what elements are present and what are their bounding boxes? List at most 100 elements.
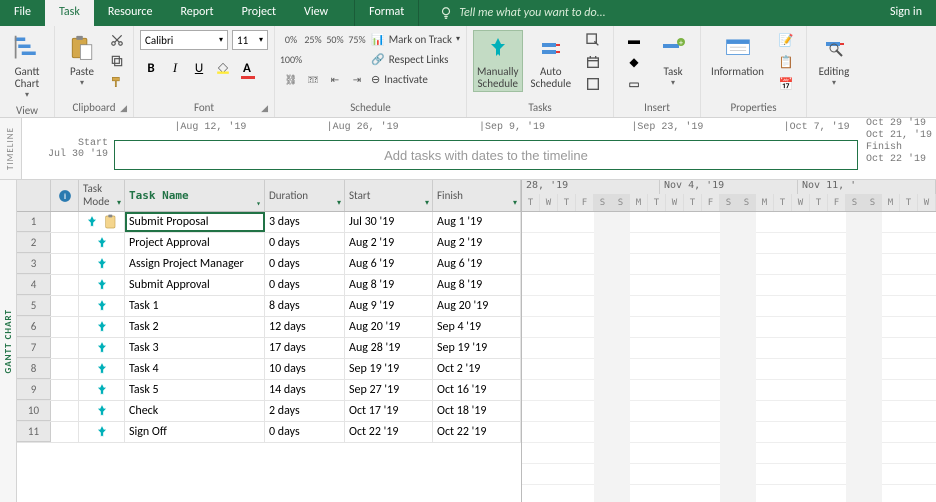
pct100-button[interactable]: 100% [281,50,301,68]
col-start[interactable]: Start▾ [345,180,433,211]
row-name[interactable]: Task 1 [125,296,265,316]
respect-links-button[interactable]: 🔗Respect Links [371,50,460,68]
dialog-launcher-icon[interactable]: ◢ [261,103,268,114]
row-duration[interactable]: 10 days [265,359,345,379]
row-number[interactable]: 5 [17,296,51,316]
row-mode[interactable] [79,275,125,295]
signin-link[interactable]: Sign in [876,0,936,26]
indent-button[interactable]: ⇥ [347,70,367,88]
tab-view[interactable]: View [290,0,342,26]
row-name[interactable]: Submit Proposal [125,212,265,232]
row-number[interactable]: 4 [17,275,51,295]
row-mode[interactable] [79,380,125,400]
manually-schedule-button[interactable]: Manually Schedule [473,30,523,92]
row-mode[interactable] [79,422,125,442]
row-finish[interactable]: Oct 2 '19 [433,359,521,379]
row-number[interactable]: 8 [17,359,51,379]
row-number[interactable]: 3 [17,254,51,274]
col-indicators[interactable]: i [51,180,79,211]
row-finish[interactable]: Sep 4 '19 [433,317,521,337]
font-size-select[interactable]: 11▾ [232,30,268,50]
timeline-button[interactable]: 📅 [772,74,800,94]
table-row[interactable]: 9Task 514 daysSep 27 '19Oct 16 '19 [17,380,521,401]
row-duration[interactable]: 0 days [265,233,345,253]
timeline-placeholder[interactable]: Add tasks with dates to the timeline [114,140,858,170]
row-name[interactable]: Task 4 [125,359,265,379]
row-number[interactable]: 10 [17,401,51,421]
underline-button[interactable]: U [188,58,210,78]
row-start[interactable]: Aug 9 '19 [345,296,433,316]
pct50-button[interactable]: 50% [325,30,345,48]
row-name[interactable]: Project Approval [125,233,265,253]
row-name[interactable]: Sign Off [125,422,265,442]
auto-schedule-button[interactable]: Auto Schedule [527,30,576,92]
pct25-button[interactable]: 25% [303,30,323,48]
row-start[interactable]: Sep 27 '19 [345,380,433,400]
insert-task-button[interactable]: + Task ▾ [652,30,694,90]
table-row[interactable]: 3Assign Project Manager0 daysAug 6 '19Au… [17,254,521,275]
italic-button[interactable]: I [164,58,186,78]
copy-button[interactable] [107,51,127,71]
table-row[interactable]: 11Sign Off0 daysOct 22 '19Oct 22 '19 [17,422,521,443]
paste-button[interactable]: Paste ▾ [61,30,103,90]
mode-button[interactable] [579,74,607,94]
table-row[interactable]: 5Task 18 daysAug 9 '19Aug 20 '19 [17,296,521,317]
row-finish[interactable]: Aug 2 '19 [433,233,521,253]
row-finish[interactable]: Sep 19 '19 [433,338,521,358]
col-finish[interactable]: Finish▾ [433,180,521,211]
tab-report[interactable]: Report [166,0,227,26]
table-row[interactable]: 7Task 317 daysAug 28 '19Sep 19 '19 [17,338,521,359]
row-finish[interactable]: Aug 1 '19 [433,212,521,232]
row-start[interactable]: Aug 2 '19 [345,233,433,253]
row-number[interactable]: 1 [17,212,51,232]
row-finish[interactable]: Aug 8 '19 [433,275,521,295]
row-start[interactable]: Jul 30 '19 [345,212,433,232]
format-painter-button[interactable] [107,72,127,92]
font-color-button[interactable]: A [236,58,258,78]
table-row[interactable]: 4Submit Approval0 daysAug 8 '19Aug 8 '19 [17,275,521,296]
row-mode[interactable] [79,212,125,232]
table-row[interactable]: 1 Submit Proposal3 daysJul 30 '19Aug 1 '1… [17,212,521,233]
row-mode[interactable] [79,317,125,337]
row-start[interactable]: Oct 17 '19 [345,401,433,421]
row-name[interactable]: Task 5 [125,380,265,400]
row-duration[interactable]: 0 days [265,275,345,295]
insert-milestone-button[interactable]: ◆ [620,52,648,72]
row-duration[interactable]: 14 days [265,380,345,400]
move-button[interactable] [579,52,607,72]
row-number[interactable]: 6 [17,317,51,337]
cut-button[interactable] [107,30,127,50]
row-number[interactable]: 11 [17,422,51,442]
col-duration[interactable]: Duration▾ [265,180,345,211]
row-name[interactable]: Task 3 [125,338,265,358]
row-start[interactable]: Aug 6 '19 [345,254,433,274]
tab-resource[interactable]: Resource [94,0,167,26]
row-name[interactable]: Submit Approval [125,275,265,295]
row-mode[interactable] [79,254,125,274]
row-duration[interactable]: 0 days [265,254,345,274]
row-duration[interactable]: 17 days [265,338,345,358]
row-finish[interactable]: Aug 6 '19 [433,254,521,274]
row-name[interactable]: Task 2 [125,317,265,337]
row-start[interactable]: Sep 19 '19 [345,359,433,379]
row-start[interactable]: Aug 28 '19 [345,338,433,358]
row-name[interactable]: Check [125,401,265,421]
details-button[interactable]: 📋 [772,52,800,72]
row-mode[interactable] [79,296,125,316]
row-duration[interactable]: 3 days [265,212,345,232]
insert-summary-button[interactable]: ▬ [620,30,648,50]
notes-button[interactable]: 📝 [772,30,800,50]
row-mode[interactable] [79,401,125,421]
gantt-chart-button[interactable]: Gantt Chart ▾ [6,30,48,102]
mark-on-track-button[interactable]: 📊Mark on Track▾ [371,30,460,48]
pct75-button[interactable]: 75% [347,30,367,48]
tab-format[interactable]: Format [354,0,419,26]
row-mode[interactable] [79,233,125,253]
row-mode[interactable] [79,338,125,358]
col-task-mode[interactable]: Task Mode▾ [79,180,125,211]
outdent-button[interactable]: ⇤ [325,70,345,88]
tab-project[interactable]: Project [228,0,290,26]
unlink-button[interactable]: ⛓̸ [303,70,323,88]
row-finish[interactable]: Oct 22 '19 [433,422,521,442]
link-button[interactable]: ⛓ [281,70,301,88]
